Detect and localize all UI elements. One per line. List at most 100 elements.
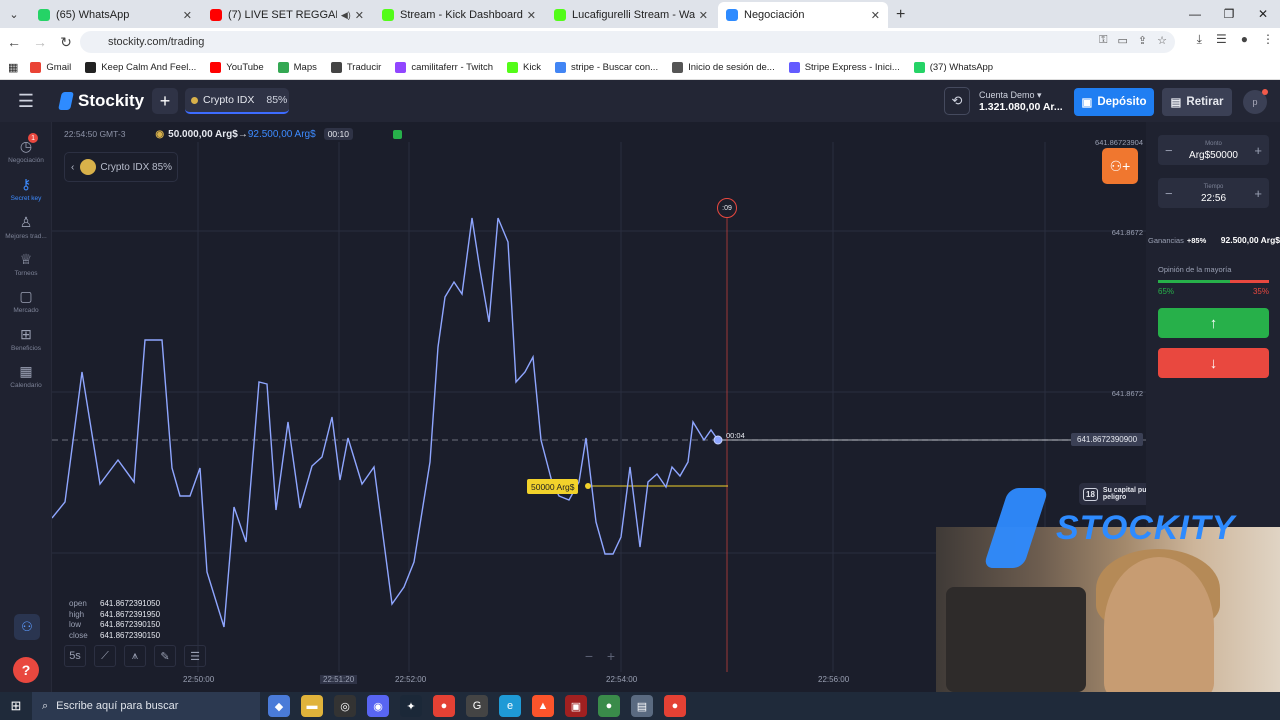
chrome-icon[interactable]: ● [598, 695, 620, 717]
pencil-icon[interactable]: ✎ [154, 645, 176, 667]
steam-icon[interactable]: ✦ [400, 695, 422, 717]
reload-icon[interactable]: ↻ [54, 30, 78, 54]
close-icon[interactable]: ✕ [355, 9, 364, 22]
down-button[interactable]: ↓ [1158, 348, 1269, 378]
window-controls: — ❐ ✕ [1178, 0, 1280, 28]
sidebar-item-negociacion[interactable]: ◷ 1 Negociación [0, 133, 52, 164]
windows-start-icon[interactable]: ⊞ [0, 692, 32, 720]
add-asset-button[interactable]: + [152, 88, 178, 114]
file-explorer-icon[interactable]: ▬ [301, 695, 323, 717]
asset-back-button[interactable]: ‹ Crypto IDX 85% [64, 152, 178, 182]
sidebar-item-calendario[interactable]: ▦ Calendario [0, 363, 52, 389]
help-button[interactable]: ? [13, 657, 39, 683]
brand-logo[interactable]: Stockity [58, 91, 144, 111]
zoom-out-icon[interactable]: − [579, 648, 599, 664]
close-icon[interactable]: ✕ [183, 9, 192, 22]
copilot-icon[interactable]: ◆ [268, 695, 290, 717]
edge-icon[interactable]: e [499, 695, 521, 717]
account-selector[interactable]: Cuenta Demo ▾ 1.321.080,00 Ar... [979, 89, 1063, 113]
sidebar-item-beneficios[interactable]: ⊞ Beneficios [0, 326, 52, 352]
close-icon[interactable]: ✕ [871, 9, 880, 22]
share-icon[interactable]: ⇪ [1138, 34, 1147, 47]
asset-tab[interactable]: Crypto IDX 85% [185, 88, 289, 114]
star-icon[interactable]: ☆ [1157, 34, 1167, 47]
hamburger-icon[interactable]: ☰ [0, 91, 52, 112]
browser-tab-kick-dashboard[interactable]: Stream - Kick Dashboard ✕ [374, 2, 544, 28]
timeframe-button[interactable]: 5s [64, 645, 86, 667]
zoom-in-icon[interactable]: + [601, 648, 621, 664]
close-icon[interactable]: ✕ [527, 9, 536, 22]
cast-icon[interactable]: ▭ [1118, 34, 1128, 47]
address-bar[interactable]: stockity.com/trading ⚿ ▭ ⇪ ☆ [80, 31, 1175, 53]
invite-friend-button[interactable]: ⚇+ [1102, 148, 1138, 184]
x-tick: 22:50:00 [183, 675, 215, 684]
stockity-wordmark: STOCKITY [1056, 508, 1236, 547]
playlist-icon[interactable]: ☰ [1216, 32, 1227, 47]
layers-icon[interactable]: ☰ [184, 645, 206, 667]
bookmark-item[interactable]: Traducir [330, 62, 381, 73]
minus-icon[interactable]: − [1165, 186, 1173, 201]
browser-tab-whatsapp[interactable]: (65) WhatsApp ✕ [30, 2, 200, 28]
sidebar-item-secret-key[interactable]: ⚷ Secret key [0, 176, 52, 202]
menu-icon[interactable]: ⋮ [1262, 32, 1274, 47]
bookmark-item[interactable]: Maps [277, 62, 317, 73]
bookmark-item[interactable]: Inicio de sesión de... [672, 62, 775, 73]
restore-icon[interactable]: ❐ [1212, 0, 1246, 28]
browser-tab-negociacion[interactable]: Negociación ✕ [718, 2, 888, 28]
back-icon[interactable]: ← [2, 30, 26, 54]
open-trade-summary[interactable]: ◉ 50.000,00 Arg$ → 92.500,00 Arg$ [155, 129, 315, 140]
bookmark-item[interactable]: Kick [507, 62, 541, 73]
amount-field[interactable]: − Monto Arg$50000 + [1158, 135, 1269, 165]
browser-tab-youtube[interactable]: (7) LIVE SET REGGAETON O ◀) ✕ [202, 2, 372, 28]
forward-icon[interactable]: → [28, 30, 52, 54]
download-icon[interactable]: ⤓ [1197, 32, 1202, 47]
minus-icon[interactable]: − [1165, 143, 1173, 158]
bookmark-item[interactable]: camilitaferr - Twitch [395, 62, 493, 73]
key-icon[interactable]: ⚿ [1099, 34, 1107, 47]
chrome-icon[interactable]: ● [433, 695, 455, 717]
minimize-icon[interactable]: — [1178, 0, 1212, 28]
bookmark-item[interactable]: Gmail [30, 62, 71, 73]
taskbar-search[interactable]: ⌕ Escribe aquí para buscar [32, 692, 260, 720]
chrome-icon[interactable]: ● [664, 695, 686, 717]
notepad-icon[interactable]: ▤ [631, 695, 653, 717]
discord-icon[interactable]: ◉ [367, 695, 389, 717]
withdraw-button[interactable]: ▤ Retirar [1162, 88, 1232, 116]
avatar[interactable]: p [1243, 89, 1268, 114]
app-header: ☰ Stockity + Crypto IDX 85% ⟲ Cuenta Dem… [0, 80, 1280, 122]
browser-tab-kick-stream[interactable]: Lucafigurelli Stream - Watch Liv ✕ [546, 2, 716, 28]
sidebar-item-mercado[interactable]: ▢ Mercado [0, 288, 52, 314]
support-button[interactable]: ⚇ [14, 614, 40, 640]
refresh-balance-button[interactable]: ⟲ [944, 87, 970, 115]
app-icon[interactable]: G [466, 695, 488, 717]
time-field[interactable]: − Tiempo 22:56 + [1158, 178, 1269, 208]
amount-value[interactable]: Arg$50000 [1189, 150, 1238, 161]
brave-icon[interactable]: ▲ [532, 695, 554, 717]
bookmark-item[interactable]: YouTube [210, 62, 264, 73]
close-icon[interactable]: ✕ [699, 9, 708, 22]
time-value[interactable]: 22:56 [1201, 193, 1226, 204]
question-icon: ? [21, 662, 31, 678]
time-label: Tiempo [1203, 184, 1224, 190]
new-tab-button[interactable]: + [896, 2, 905, 28]
bookmark-item[interactable]: Keep Calm And Feel... [85, 62, 196, 73]
profile-icon[interactable]: ● [1241, 32, 1248, 47]
sidebar-item-mejores[interactable]: ♙ Mejores trad... [0, 214, 52, 240]
plus-icon[interactable]: + [1254, 186, 1262, 201]
bookmark-item[interactable]: Stripe Express - Inici... [788, 62, 900, 73]
indicators-icon[interactable]: ⩚ [124, 645, 146, 667]
close-window-icon[interactable]: ✕ [1246, 0, 1280, 28]
bookmark-item[interactable]: (37) WhatsApp [913, 62, 993, 73]
plus-icon[interactable]: + [1254, 143, 1262, 158]
bookmark-item[interactable]: stripe - Buscar con... [554, 62, 658, 73]
voicemeeter-icon[interactable]: ▣ [565, 695, 587, 717]
speaker-icon[interactable]: ◀) [341, 10, 351, 21]
bet-point [585, 483, 591, 489]
obs-icon[interactable]: ◎ [334, 695, 356, 717]
sidebar-item-torneos[interactable]: ♕ Torneos [0, 251, 52, 277]
tab-search-icon[interactable]: ⌄ [0, 0, 28, 28]
apps-icon[interactable]: ▦ [8, 61, 18, 74]
deposit-button[interactable]: ▣ Depósito [1074, 88, 1154, 116]
up-button[interactable]: ↑ [1158, 308, 1269, 338]
chart-type-icon[interactable]: ⟋ [94, 645, 116, 667]
